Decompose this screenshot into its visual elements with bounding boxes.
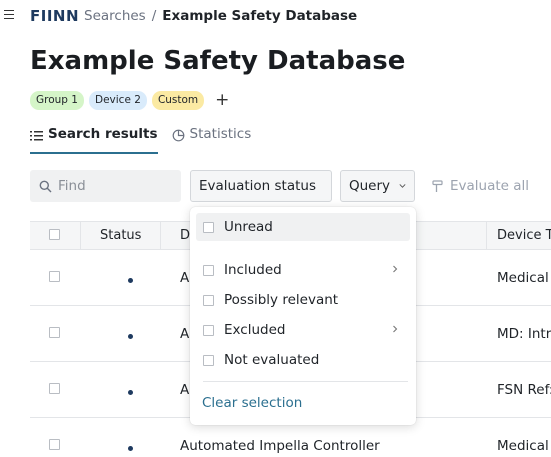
menu-divider — [203, 381, 408, 382]
breadcrumb-separator: / — [151, 8, 157, 24]
menu-item-checkbox[interactable] — [203, 354, 214, 366]
unread-status-dot — [128, 278, 133, 283]
menu-item-label: Excluded — [224, 322, 286, 338]
row-checkbox[interactable] — [49, 327, 60, 338]
menu-item-unread[interactable]: Unread — [196, 213, 410, 241]
evaluate-all-label: Evaluate all — [450, 178, 530, 194]
tag-device-2[interactable]: Device 2 — [89, 91, 147, 110]
menu-item-excluded[interactable]: Excluded — [196, 316, 410, 344]
menu-item-not-evaluated[interactable]: Not evaluated — [196, 346, 410, 374]
breadcrumb-current: Example Safety Database — [162, 8, 358, 24]
menu-item-possibly-relevant[interactable]: Possibly relevant — [196, 286, 410, 314]
row-description: Automated Impella Controller — [180, 438, 380, 454]
menu-item-label: Possibly relevant — [224, 292, 339, 308]
row-device-type: Medical e — [497, 438, 551, 454]
list-icon — [30, 131, 43, 141]
chevron-right-icon — [393, 325, 398, 333]
unread-status-dot — [128, 334, 133, 339]
row-checkbox[interactable] — [49, 439, 60, 450]
tag-custom[interactable]: Custom — [151, 91, 205, 110]
tab-statistics-label: Statistics — [189, 126, 252, 142]
chevron-right-icon — [393, 265, 398, 273]
menu-item-label: Included — [224, 262, 282, 278]
search-icon — [39, 180, 52, 192]
top-bar: FIINN Searches / Example Safety Database — [0, 0, 551, 34]
row-device-type: FSN Ref: 2 — [497, 382, 551, 398]
menu-item-checkbox[interactable] — [203, 264, 214, 276]
column-header-device-type[interactable]: Device Ty — [487, 222, 551, 249]
menu-item-checkbox[interactable] — [203, 294, 214, 306]
unread-status-dot — [128, 390, 133, 395]
menu-item-included[interactable]: Included — [196, 256, 410, 284]
select-all-checkbox[interactable] — [49, 229, 60, 240]
evaluate-all-button[interactable]: Evaluate all — [432, 178, 529, 194]
row-checkbox[interactable] — [49, 383, 60, 394]
page-title: Example Safety Database — [30, 46, 406, 76]
header-select-cell — [30, 222, 81, 249]
evaluation-status-dropdown[interactable]: Evaluation status — [190, 170, 332, 202]
menu-item-label: Unread — [224, 219, 273, 235]
column-header-status[interactable]: Status — [81, 222, 161, 249]
breadcrumb: Searches / Example Safety Database — [84, 8, 357, 24]
query-dropdown[interactable]: Query — [340, 170, 415, 202]
chevron-down-icon — [399, 184, 406, 188]
evaluation-status-menu: Unread Included Possibly relevant Exclud… — [190, 207, 416, 425]
tab-search-results-label: Search results — [48, 126, 158, 142]
pie-chart-icon — [172, 129, 184, 142]
unread-status-dot — [128, 446, 133, 451]
tag-list: Group 1 Device 2 Custom + — [30, 91, 229, 110]
add-tag-button[interactable]: + — [215, 92, 229, 109]
tab-statistics[interactable]: Statistics — [172, 126, 252, 154]
menu-item-label: Not evaluated — [224, 352, 320, 368]
search-input[interactable] — [58, 178, 168, 194]
tag-group-1[interactable]: Group 1 — [30, 91, 84, 110]
gavel-icon — [432, 179, 443, 192]
evaluation-status-label: Evaluation status — [199, 178, 317, 194]
row-device-type: Medical e — [497, 270, 551, 286]
query-label: Query — [349, 178, 391, 194]
hamburger-menu-icon[interactable] — [4, 10, 14, 20]
clear-selection-link[interactable]: Clear selection — [202, 395, 302, 411]
search-box[interactable] — [30, 170, 181, 202]
row-checkbox[interactable] — [49, 271, 60, 282]
row-device-type: MD: Intrac — [497, 326, 551, 342]
menu-item-checkbox[interactable] — [203, 221, 214, 233]
app-logo[interactable]: FIINN — [30, 7, 79, 25]
tab-bar: Search results Statistics — [30, 126, 251, 154]
breadcrumb-searches-link[interactable]: Searches — [84, 8, 146, 24]
tab-search-results[interactable]: Search results — [30, 126, 158, 154]
menu-item-checkbox[interactable] — [203, 324, 214, 336]
